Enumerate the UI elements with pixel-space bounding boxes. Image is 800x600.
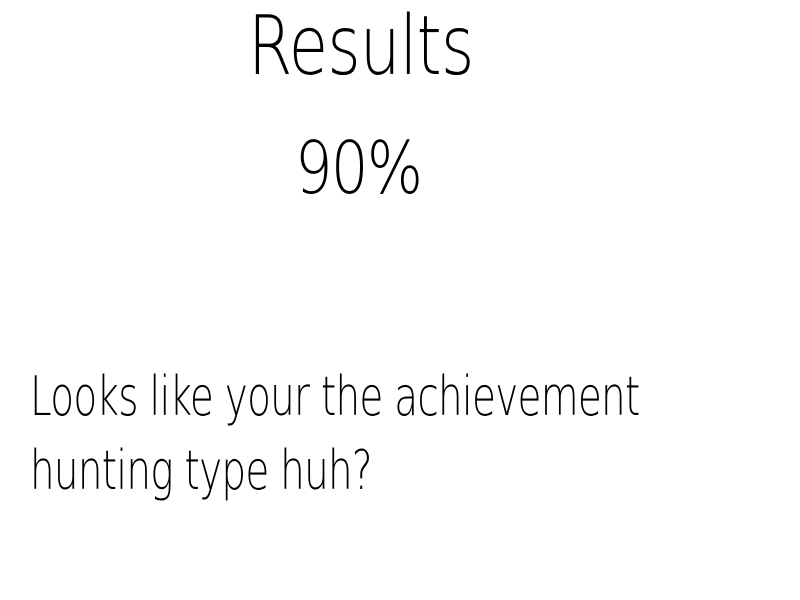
results-message-line-2: hunting type huh? <box>30 439 373 502</box>
results-message-line-1: Looks like your the achievement <box>30 365 640 428</box>
results-screen: Results 90% Looks like your the achievem… <box>0 0 800 600</box>
score-percentage: 90% <box>295 126 423 210</box>
results-title: Results <box>248 0 474 94</box>
results-message: Looks like your the achievement hunting … <box>30 360 640 508</box>
